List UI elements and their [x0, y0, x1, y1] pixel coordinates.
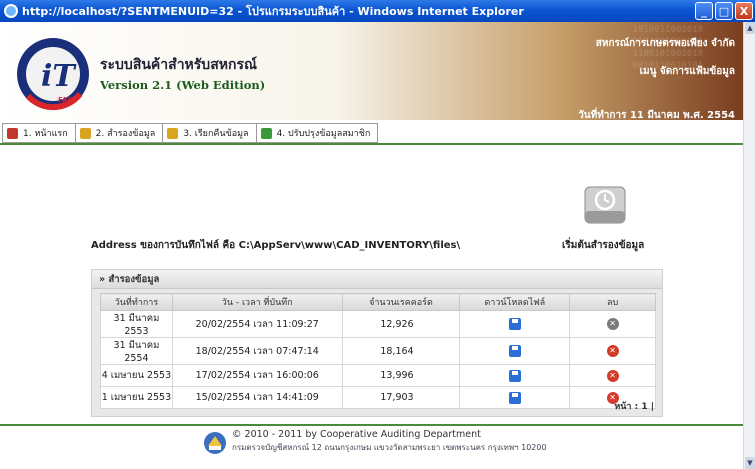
- records-cell: 12,926: [341, 310, 461, 338]
- menu-item-label: 1. หน้าแรก: [23, 129, 68, 139]
- start-backup-link[interactable]: เริ่มต้นสำรองข้อมูล: [562, 238, 644, 253]
- footer-copyright: © 2010 - 2011 by Cooperative Auditing De…: [232, 429, 481, 440]
- column-header: ดาวน์โหลดไฟล์: [459, 293, 571, 311]
- time-machine-backup-icon[interactable]: [582, 181, 628, 227]
- menu: 1. หน้าแรก 2. สำรองข้อมูล 3. เรียกคืนข้อ…: [2, 123, 379, 143]
- svg-text:iT: iT: [41, 59, 77, 94]
- delete-icon[interactable]: ✕: [606, 345, 619, 357]
- table-header-row: วันที่ทำการ วัน - เวลา ที่บันทึก จำนวนเร…: [100, 293, 656, 311]
- backup-panel: » สำรองข้อมูล วันที่ทำการ วัน - เวลา ที่…: [91, 269, 663, 417]
- close-button[interactable]: X: [735, 2, 753, 20]
- footer-address: กรมตรวจบัญชีสหกรณ์ 12 ถนนกรุงเกษม แขวงวั…: [232, 443, 547, 452]
- download-icon[interactable]: [508, 345, 521, 357]
- department-seal-icon: [204, 432, 226, 454]
- delete-cell: ✕: [569, 310, 656, 338]
- saved-at-cell: 20/02/2554 เวลา 11:09:27: [171, 310, 343, 338]
- scroll-up-icon[interactable]: ▲: [745, 22, 755, 34]
- download-icon[interactable]: [508, 318, 521, 330]
- delete-icon[interactable]: ✕: [606, 318, 619, 330]
- work-date-cell: 1 เมษายน 2553: [100, 386, 173, 409]
- delete-cell: ✕: [569, 337, 656, 365]
- work-date-cell: 4 เมษายน 2553: [100, 364, 173, 387]
- work-date-cell: 31 มีนาคม 2554: [100, 337, 173, 365]
- column-header: วันที่ทำการ: [100, 293, 173, 311]
- header-banner: iT FAS ระบบสินค้าสำหรับสหกรณ์ Version 2.…: [0, 22, 743, 121]
- saved-at-cell: 15/02/2554 เวลา 14:41:09: [171, 386, 343, 409]
- window-titlebar: http://localhost/?SENTMENUID=32 - โปรแกร…: [0, 0, 755, 22]
- saved-at-cell: 18/02/2554 เวลา 07:47:14: [171, 337, 343, 365]
- menu-item-home[interactable]: 1. หน้าแรก: [3, 124, 76, 142]
- svg-text:FAS: FAS: [58, 96, 72, 104]
- current-module: เมนู จัดการแฟ้มข้อมูล: [639, 66, 735, 77]
- menu-item-update-members[interactable]: 4. ปรับปรุงข้อมูลสมาชิก: [257, 124, 378, 142]
- app-version: Version 2.1 (Web Edition): [100, 78, 266, 92]
- restore-folder-icon: [167, 127, 179, 139]
- panel-title: » สำรองข้อมูล: [92, 270, 662, 289]
- backup-path-text: Address ของการบันทึกไฟล์ คือ C:\AppServ\…: [91, 240, 461, 251]
- menu-item-label: 4. ปรับปรุงข้อมูลสมาชิก: [276, 129, 371, 139]
- organization-name: สหกรณ์การเกษตรพอเพียง จำกัด: [595, 38, 735, 49]
- download-cell: [459, 310, 571, 338]
- download-icon[interactable]: [508, 369, 521, 382]
- maximize-button[interactable]: □: [715, 2, 733, 20]
- menu-item-label: 2. สำรองข้อมูล: [95, 129, 156, 139]
- download-cell: [459, 364, 571, 387]
- app-logo: iT FAS: [17, 38, 89, 111]
- records-cell: 17,903: [341, 386, 461, 409]
- delete-cell: ✕: [569, 364, 656, 387]
- minimize-button[interactable]: _: [695, 2, 713, 20]
- table-row: 1 เมษายน 2553 15/02/2554 เวลา 14:41:09 1…: [100, 386, 656, 409]
- records-cell: 18,164: [341, 337, 461, 365]
- records-cell: 13,996: [341, 364, 461, 387]
- download-cell: [459, 386, 571, 409]
- ie-icon: [4, 4, 18, 18]
- menu-item-backup[interactable]: 2. สำรองข้อมูล: [76, 124, 164, 142]
- table-row: 4 เมษายน 2553 17/02/2554 เวลา 16:00:06 1…: [100, 364, 656, 387]
- download-cell: [459, 337, 571, 365]
- backup-table: วันที่ทำการ วัน - เวลา ที่บันทึก จำนวนเร…: [100, 293, 656, 409]
- pagination[interactable]: หน้า : 1 |: [614, 399, 654, 413]
- scroll-down-icon[interactable]: ▼: [745, 457, 755, 469]
- saved-at-cell: 17/02/2554 เวลา 16:00:06: [171, 364, 343, 387]
- menu-item-label: 3. เรียกคืนข้อมูล: [183, 129, 249, 139]
- window-controls: _ □ X: [695, 2, 753, 20]
- window-title: http://localhost/?SENTMENUID=32 - โปรแกร…: [22, 5, 524, 18]
- page-scrollbar[interactable]: ▲ ▼: [743, 22, 755, 469]
- backup-folder-icon: [79, 127, 91, 139]
- menu-item-restore[interactable]: 3. เรียกคืนข้อมูล: [163, 124, 257, 142]
- column-header: ลบ: [569, 293, 656, 311]
- column-header: วัน - เวลา ที่บันทึก: [171, 293, 343, 311]
- table-row: 31 มีนาคม 2553 20/02/2554 เวลา 11:09:27 …: [100, 310, 656, 338]
- update-members-icon: [260, 127, 272, 139]
- home-icon: [7, 127, 18, 139]
- work-date-cell: 31 มีนาคม 2553: [100, 310, 173, 338]
- download-icon[interactable]: [508, 391, 521, 404]
- app-title: ระบบสินค้าสำหรับสหกรณ์: [100, 57, 257, 73]
- delete-icon[interactable]: ✕: [606, 369, 619, 382]
- table-row: 31 มีนาคม 2554 18/02/2554 เวลา 07:47:14 …: [100, 337, 656, 365]
- footer-divider: [0, 424, 743, 426]
- menu-bar: 1. หน้าแรก 2. สำรองข้อมูล 3. เรียกคืนข้อ…: [0, 120, 743, 145]
- column-header: จำนวนเรคคอร์ด: [341, 293, 461, 311]
